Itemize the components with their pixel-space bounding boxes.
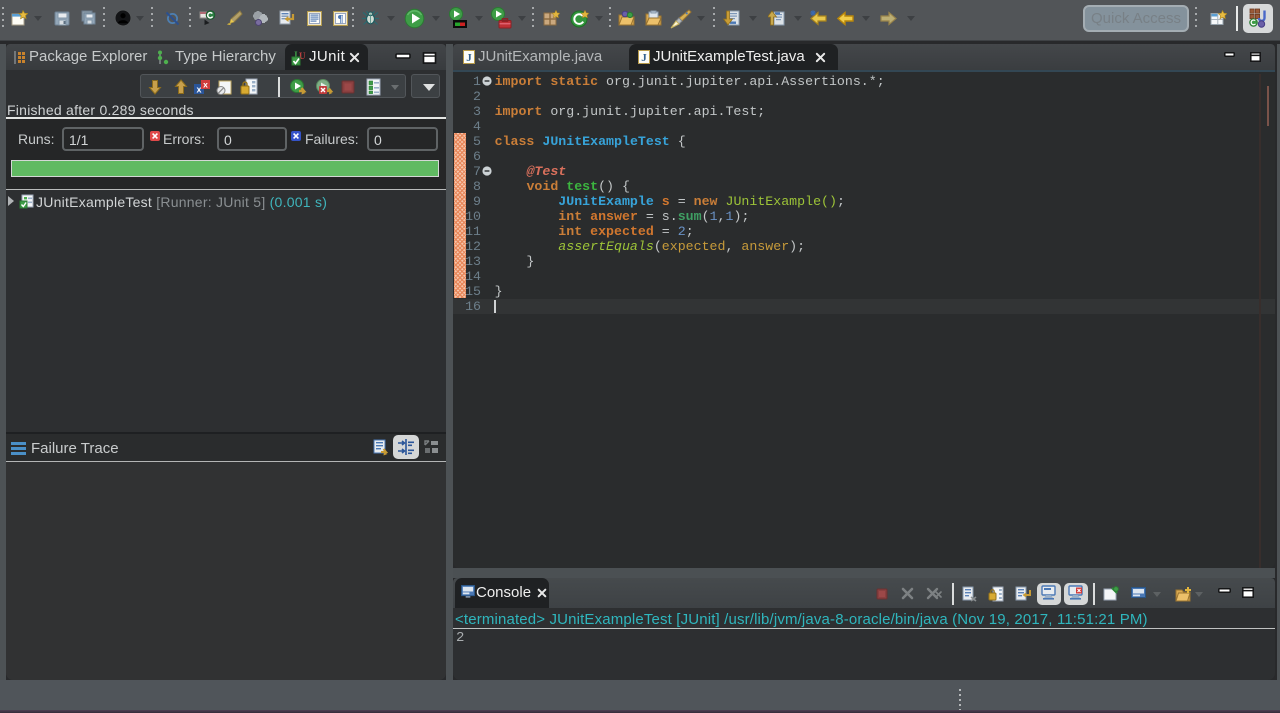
svg-text:¶: ¶ <box>338 13 344 25</box>
svg-text:J: J <box>466 52 472 64</box>
svg-text:x: x <box>203 80 208 90</box>
svg-text:x: x <box>196 85 201 95</box>
svg-text:J: J <box>641 52 647 64</box>
